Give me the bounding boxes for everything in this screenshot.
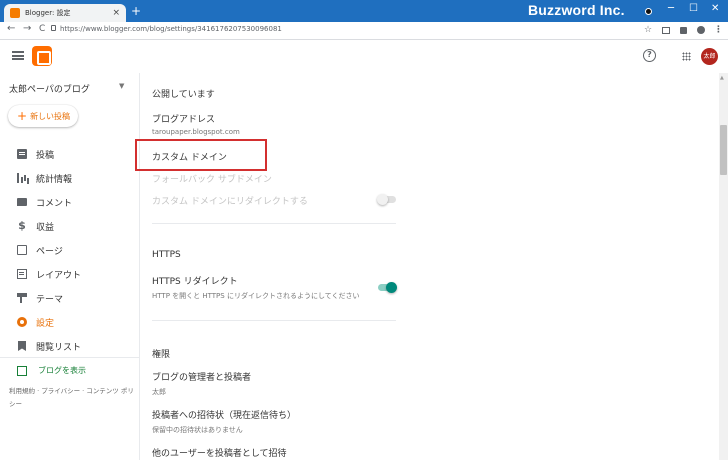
new-post-button[interactable]: + 新しい投稿 bbox=[8, 105, 78, 127]
pending-invites-value: 保留中の招待状はありません bbox=[152, 426, 243, 434]
pending-invites-setting[interactable]: 投稿者への招待状（現在返信待ち） bbox=[152, 408, 296, 421]
sidebar-item-label: 統計情報 bbox=[36, 174, 73, 185]
profile-icon[interactable] bbox=[697, 26, 705, 34]
sidebar-item-settings[interactable]: 設定 bbox=[0, 312, 140, 332]
open-external-icon bbox=[17, 365, 27, 376]
sidebar-item-label: レイアウト bbox=[36, 270, 82, 281]
blog-name-selector[interactable]: 太郎ペーパのブログ bbox=[9, 82, 90, 95]
sidebar-item-posts[interactable]: 投稿 bbox=[0, 144, 140, 164]
reload-button[interactable]: C bbox=[39, 24, 45, 34]
sidebar-item-earnings[interactable]: $ 収益 bbox=[0, 216, 140, 236]
sidebar-item-label: 収益 bbox=[36, 222, 55, 233]
close-window-button[interactable]: ✕ bbox=[711, 3, 719, 14]
more-menu-icon[interactable]: ⋮ bbox=[714, 25, 723, 35]
https-heading: HTTPS bbox=[152, 250, 181, 260]
earnings-icon: $ bbox=[18, 219, 26, 232]
minimize-button[interactable]: ─ bbox=[668, 3, 674, 14]
apps-grid-icon[interactable] bbox=[682, 52, 691, 61]
blog-admins-value: 太郎 bbox=[152, 388, 166, 396]
layout-icon bbox=[17, 269, 27, 279]
sidebar-item-label: 閲覧リスト bbox=[36, 342, 82, 353]
stats-icon bbox=[17, 173, 27, 183]
lock-icon bbox=[51, 25, 56, 31]
sidebar-item-reading-list[interactable]: 閲覧リスト bbox=[0, 336, 140, 356]
sidebar-item-stats[interactable]: 統計情報 bbox=[0, 168, 140, 188]
sidebar-item-pages[interactable]: ページ bbox=[0, 240, 140, 260]
record-icon bbox=[645, 8, 652, 15]
sidebar-divider bbox=[0, 357, 139, 358]
sidebar-item-label: 設定 bbox=[36, 318, 55, 329]
browser-title-bar: Blogger: 設定 × + Buzzword Inc. ─ ☐ ✕ bbox=[0, 0, 728, 22]
comment-icon bbox=[17, 198, 27, 206]
extension-icon[interactable] bbox=[680, 27, 687, 34]
hamburger-menu-icon[interactable] bbox=[12, 51, 24, 60]
brand-watermark: Buzzword Inc. bbox=[528, 2, 625, 18]
page-scrollbar[interactable]: ▲ bbox=[719, 73, 728, 460]
sidebar-item-comments[interactable]: コメント bbox=[0, 192, 140, 212]
avatar[interactable]: 太郎 bbox=[701, 48, 718, 65]
tab-close-icon[interactable]: × bbox=[112, 8, 120, 18]
sidebar-item-label: テーマ bbox=[36, 294, 64, 305]
blog-admins-setting[interactable]: ブログの管理者と投稿者 bbox=[152, 370, 251, 383]
custom-domain-redirect-toggle bbox=[377, 194, 396, 205]
blogger-logo[interactable] bbox=[32, 46, 52, 66]
https-redirect-setting[interactable]: HTTPS リダイレクト bbox=[152, 274, 238, 287]
settings-main: 公開しています ブログアドレス taroupaper.blogspot.com … bbox=[141, 73, 719, 460]
sidebar-item-label: ページ bbox=[36, 246, 63, 257]
sidebar-item-theme[interactable]: テーマ bbox=[0, 288, 140, 308]
view-blog-link[interactable]: ブログを表示 bbox=[17, 365, 86, 376]
sidebar-item-layout[interactable]: レイアウト bbox=[0, 264, 140, 284]
browser-tab[interactable]: Blogger: 設定 × bbox=[4, 4, 126, 22]
posts-icon bbox=[17, 149, 27, 159]
sidebar: 太郎ペーパのブログ ▼ + 新しい投稿 投稿 統計情報 コメント $ 収益 ペー… bbox=[0, 73, 140, 460]
custom-domain-redirect-setting: カスタム ドメインにリダイレクトする bbox=[152, 197, 308, 207]
new-post-label: 新しい投稿 bbox=[30, 111, 71, 121]
https-redirect-description: HTTP を開くと HTTPS にリダイレクトされるようにしてください bbox=[152, 292, 360, 300]
settings-icon bbox=[17, 317, 27, 327]
https-redirect-toggle[interactable] bbox=[378, 282, 397, 293]
fallback-subdomain-setting: フォールバック サブドメイン bbox=[152, 175, 272, 185]
back-button[interactable]: ← bbox=[7, 23, 15, 34]
bookmark-star-icon[interactable]: ☆ bbox=[644, 25, 652, 35]
publishing-heading: 公開しています bbox=[152, 90, 215, 100]
sidebar-item-label: コメント bbox=[36, 198, 73, 209]
section-divider bbox=[152, 223, 396, 224]
cast-icon[interactable] bbox=[662, 27, 670, 34]
scroll-up-icon[interactable]: ▲ bbox=[720, 75, 724, 81]
invite-authors-setting[interactable]: 他のユーザーを投稿者として招待 bbox=[152, 446, 287, 459]
reading-list-icon bbox=[18, 341, 26, 351]
new-tab-button[interactable]: + bbox=[131, 5, 141, 17]
caret-down-icon[interactable]: ▼ bbox=[119, 82, 124, 90]
section-divider bbox=[152, 320, 396, 321]
scroll-thumb[interactable] bbox=[720, 125, 727, 175]
sidebar-item-label: 投稿 bbox=[36, 150, 55, 161]
help-icon[interactable]: ? bbox=[643, 49, 656, 62]
toggle-knob bbox=[377, 194, 388, 205]
blog-address-setting[interactable]: ブログアドレス bbox=[152, 112, 215, 125]
blogger-favicon-icon bbox=[10, 8, 20, 18]
blog-address-value: taroupaper.blogspot.com bbox=[152, 128, 240, 136]
forward-button[interactable]: → bbox=[23, 23, 31, 34]
custom-domain-setting[interactable]: カスタム ドメイン bbox=[152, 150, 227, 163]
tab-title: Blogger: 設定 bbox=[25, 9, 71, 17]
view-blog-label: ブログを表示 bbox=[38, 366, 86, 375]
pages-icon bbox=[17, 245, 27, 255]
address-bar[interactable]: https://www.blogger.com/blog/settings/34… bbox=[60, 25, 282, 33]
permissions-heading: 権限 bbox=[152, 350, 171, 360]
toggle-knob bbox=[386, 282, 397, 293]
maximize-button[interactable]: ☐ bbox=[689, 3, 698, 14]
plus-icon: + bbox=[17, 109, 28, 123]
app-header: ? 太郎 bbox=[0, 41, 728, 73]
theme-icon bbox=[17, 293, 27, 303]
footer-links[interactable]: 利用規約 · プライバシー · コンテンツ ポリシー bbox=[9, 385, 134, 411]
browser-toolbar: ← → C https://www.blogger.com/blog/setti… bbox=[0, 22, 728, 40]
